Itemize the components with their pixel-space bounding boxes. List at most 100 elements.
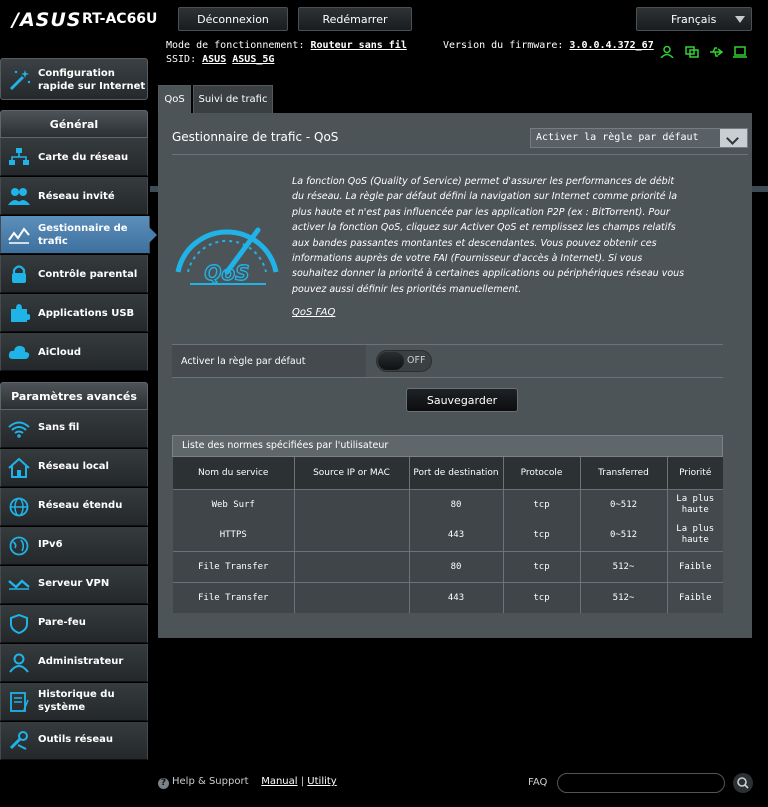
nav-traffic-manager[interactable]: Gestionnaire de trafic xyxy=(0,216,157,254)
transferred: 512~ xyxy=(580,581,668,613)
network-map-icon xyxy=(9,148,29,165)
protocol: tcp xyxy=(503,550,581,582)
nav-firewall[interactable]: Pare-feu xyxy=(0,605,148,643)
guest-network-icon xyxy=(8,188,30,205)
qos-description: La fonction QoS (Quality of Service) per… xyxy=(292,176,685,295)
parental-lock-icon xyxy=(12,265,26,283)
table-row: HTTPS 443 tcp 0~512 La plus haute xyxy=(173,520,723,551)
svg-text:QoS: QoS xyxy=(204,261,249,285)
ssid-5g[interactable]: ASUS_5G xyxy=(232,54,274,65)
priority: La plus haute xyxy=(667,488,723,520)
tab-traffic-monitor[interactable]: Suivi de trafic xyxy=(193,85,273,113)
source-ip-cell xyxy=(294,550,410,582)
column-header: Nom du service xyxy=(173,457,295,489)
faq-search-input[interactable] xyxy=(557,773,725,793)
status-line-ssid: SSID: ASUS ASUS_5G xyxy=(166,54,274,65)
nav-ipv6[interactable]: IPv6 xyxy=(0,527,148,565)
nav-label: Réseau étendu xyxy=(38,500,123,511)
usb-status-icon[interactable] xyxy=(709,46,723,58)
chevron-down-icon xyxy=(735,16,745,23)
nav-aicloud[interactable]: AiCloud xyxy=(0,333,148,371)
service-name: File Transfer xyxy=(173,550,295,582)
nav-label: Carte du réseau xyxy=(38,152,129,163)
nav-parental-control[interactable]: Contrôle parental xyxy=(0,255,148,293)
nav-guest-network[interactable]: Réseau invité xyxy=(0,177,148,215)
nav-label: Gestionnaire de trafic xyxy=(38,223,128,247)
printer-status-icon[interactable] xyxy=(733,46,747,58)
default-rule-label: Activer la règle par défaut xyxy=(172,345,366,377)
chevron-down-icon xyxy=(720,129,747,147)
network-status-icon[interactable] xyxy=(685,46,699,58)
service-name: File Transfer xyxy=(173,581,295,613)
save-button[interactable]: Sauvegarder xyxy=(406,388,518,412)
rules-table-title: Liste des normes spécifiées par l'utilis… xyxy=(172,435,723,457)
advanced-section-header: Paramètres avancés xyxy=(0,382,148,410)
client-status-icon[interactable] xyxy=(660,46,674,58)
general-section-header: Général xyxy=(0,110,148,138)
source-ip-cell xyxy=(294,488,410,551)
asus-logo: /ASUS xyxy=(12,9,82,31)
column-header: Protocole xyxy=(503,457,581,489)
dest-port: 80 xyxy=(409,488,504,520)
column-header: Port de destination xyxy=(409,457,504,489)
nav-label: Outils réseau xyxy=(38,734,114,745)
usb-puzzle-icon xyxy=(11,304,30,322)
footer-links: ? Help & Support Manual | Utility xyxy=(158,776,337,789)
dest-port: 443 xyxy=(409,581,504,613)
nav-usb-applications[interactable]: Applications USB xyxy=(0,294,148,332)
table-row: File Transfer 443 tcp 512~ Faible xyxy=(173,581,723,613)
cloud-icon xyxy=(8,345,30,359)
nav-lan[interactable]: Réseau local xyxy=(0,449,148,487)
priority: La plus haute xyxy=(667,520,723,551)
nav-label: Réseau local xyxy=(38,461,109,472)
page-title: Gestionnaire de trafic - QoS xyxy=(172,130,339,144)
service-name: Web Surf xyxy=(173,488,295,520)
manual-link[interactable]: Manual xyxy=(261,776,297,787)
nav-administration[interactable]: Administrateur xyxy=(0,644,148,682)
priority: Faible xyxy=(667,581,723,613)
toggle-state: OFF xyxy=(407,355,426,366)
column-header: Transferred xyxy=(580,457,668,489)
qos-mode-select[interactable]: Activer la règle par défaut xyxy=(530,128,748,148)
traffic-manager-icon xyxy=(8,227,30,244)
nav-vpn-server[interactable]: Serveur VPN xyxy=(0,566,148,604)
nav-label: Sans fil xyxy=(38,422,80,433)
firmware-value-link[interactable]: 3.0.0.4.372_67 xyxy=(569,40,653,51)
language-select[interactable]: Français xyxy=(636,7,752,31)
search-button[interactable] xyxy=(733,773,753,793)
mode-label: Mode de fonctionnement: xyxy=(166,40,305,51)
reboot-button[interactable]: Redémarrer xyxy=(298,7,412,31)
tab-qos[interactable]: QoS xyxy=(158,85,191,113)
globe-icon xyxy=(9,497,29,517)
magic-wand-icon xyxy=(9,70,31,91)
ssid-2g[interactable]: ASUS xyxy=(202,54,226,65)
source-ip-cell xyxy=(294,581,410,613)
transferred: 512~ xyxy=(580,550,668,582)
logout-button[interactable]: Déconnexion xyxy=(178,7,288,31)
quick-setup-label: Configuration rapide sur Internet xyxy=(38,68,146,92)
protocol: tcp xyxy=(503,581,581,613)
protocol: tcp xyxy=(503,488,581,520)
default-rule-row: Activer la règle par défaut xyxy=(172,344,723,378)
transferred: 0~512 xyxy=(580,488,668,520)
footer-separator: | xyxy=(300,776,305,787)
nav-network-tools[interactable]: Outils réseau xyxy=(0,722,148,760)
nav-label: Serveur VPN xyxy=(38,578,110,589)
nav-network-map[interactable]: Carte du réseau xyxy=(0,138,148,176)
nav-label: Contrôle parental xyxy=(38,269,138,280)
wifi-icon xyxy=(8,421,30,438)
nav-wireless[interactable]: Sans fil xyxy=(0,410,148,448)
quick-setup-button[interactable]: Configuration rapide sur Internet xyxy=(0,58,148,100)
help-support-link[interactable]: Help & Support xyxy=(172,776,248,787)
nav-system-log[interactable]: Historique du système xyxy=(0,683,148,721)
nav-wan[interactable]: Réseau étendu xyxy=(0,488,148,526)
mode-value-link[interactable]: Routeur sans fil xyxy=(311,40,407,51)
table-row: File Transfer 80 tcp 512~ Faible xyxy=(173,550,723,582)
transferred: 0~512 xyxy=(580,520,668,551)
nav-label: Administrateur xyxy=(38,656,124,667)
utility-link[interactable]: Utility xyxy=(307,776,336,787)
nav-label: Historique du système xyxy=(38,689,115,713)
qos-speedometer-icon: QoS xyxy=(175,227,279,286)
default-rule-toggle[interactable]: OFF xyxy=(376,350,432,372)
qos-faq-link[interactable]: QoS FAQ xyxy=(292,307,335,318)
